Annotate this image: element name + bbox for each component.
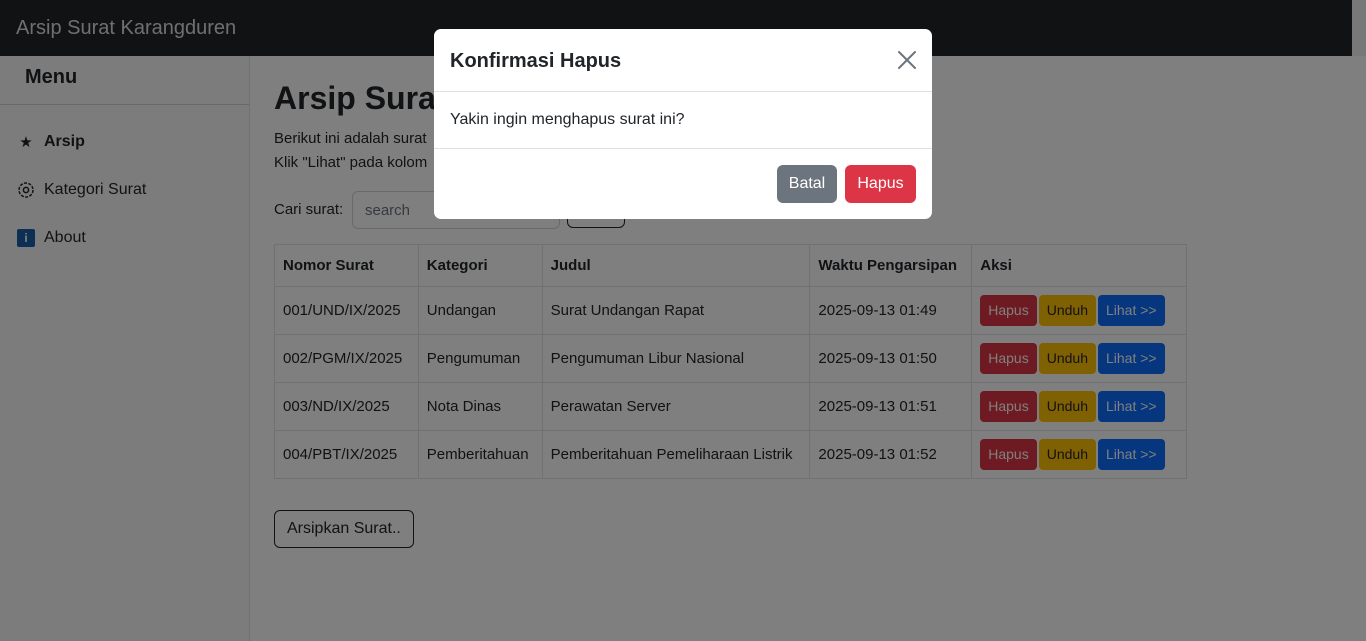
close-icon[interactable] bbox=[896, 49, 918, 71]
modal-message: Yakin ingin menghapus surat ini? bbox=[450, 111, 685, 128]
confirm-delete-button[interactable]: Hapus bbox=[845, 165, 916, 203]
modal-header: Konfirmasi Hapus bbox=[434, 29, 932, 92]
modal-footer: Batal Hapus bbox=[434, 148, 932, 219]
delete-confirm-modal: Konfirmasi Hapus Yakin ingin menghapus s… bbox=[434, 29, 932, 219]
cancel-button[interactable]: Batal bbox=[777, 165, 837, 203]
modal-title: Konfirmasi Hapus bbox=[450, 50, 622, 72]
